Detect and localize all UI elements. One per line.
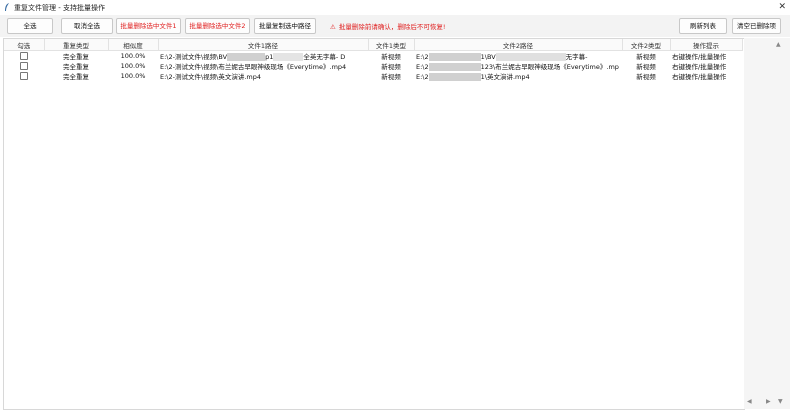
column-header-similarity[interactable]: 相似度	[108, 39, 159, 51]
file2-type-cell: 新视频	[636, 53, 656, 61]
toolbar: 全选 取消全选 批量删除选中文件1 批量删除选中文件2 批量复制选中路径 ⚠ 批量…	[0, 15, 790, 37]
file1-type-cell: 新视频	[381, 53, 401, 61]
duplicates-table[interactable]: 勾选 重复类型 相似度 文件1路径 文件1类型 文件2路径 文件2类型 操作提示…	[3, 38, 745, 410]
file1-path-cell: E:\2-测试文件\视频\BV p1 全英无字幕- D	[160, 53, 346, 61]
title-bar: 重复文件管理 - 支持批量操作 ✕	[0, 0, 790, 15]
scroll-right-icon[interactable]: ▶	[766, 398, 771, 405]
row-checkbox[interactable]	[20, 72, 28, 80]
redacted-region	[273, 53, 304, 61]
file2-type-cell: 新视频	[636, 73, 656, 81]
close-icon[interactable]: ✕	[778, 2, 786, 12]
hint-cell: 右键操作/批量操作	[672, 53, 727, 61]
file2-type-cell: 新视频	[636, 63, 656, 71]
row-checkbox[interactable]	[20, 52, 28, 60]
hint-cell: 右键操作/批量操作	[672, 63, 727, 71]
row-checkbox[interactable]	[20, 62, 28, 70]
redacted-region	[428, 53, 481, 61]
deselect-all-button[interactable]: 取消全选	[61, 18, 113, 34]
file1-path-cell: E:\2-测试文件\视频\布兰妮古早眼神级现场《Everytime》.mp4	[160, 63, 347, 71]
redacted-region	[227, 53, 266, 61]
column-header-dup-type[interactable]: 重复类型	[44, 39, 109, 51]
scroll-left-icon[interactable]: ◀	[747, 398, 752, 405]
file1-type-cell: 新视频	[381, 73, 401, 81]
file1-path-cell: E:\2-测试文件\视频\英文演讲.mp4	[160, 73, 262, 81]
table-header: 勾选 重复类型 相似度 文件1路径 文件1类型 文件2路径 文件2类型 操作提示	[4, 39, 743, 51]
file2-path-cell: E:\2 1\BV 无字幕-	[416, 53, 588, 61]
dup-type-cell: 完全重复	[63, 53, 89, 61]
batch-delete-file1-button[interactable]: 批量删除选中文件1	[116, 18, 181, 34]
feather-app-icon	[5, 3, 9, 11]
warning-text: 批量删除前请确认，删除后不可恢复!	[338, 23, 446, 31]
table-row[interactable]: 完全重复 100.0% E:\2-测试文件\视频\BV p1 全英无字幕- D 新视…	[4, 51, 742, 61]
refresh-list-button[interactable]: 刷新列表	[679, 18, 727, 34]
similarity-cell: 100.0%	[120, 72, 146, 80]
column-header-file1-path[interactable]: 文件1路径	[158, 39, 369, 51]
delete-warning: ⚠ 批量删除前请确认，删除后不可恢复!	[330, 21, 445, 31]
select-all-button[interactable]: 全选	[7, 18, 53, 34]
clear-deleted-button[interactable]: 清空已删除项	[732, 18, 781, 34]
column-header-select[interactable]: 勾选	[4, 39, 45, 51]
dup-type-cell: 完全重复	[63, 63, 89, 71]
column-header-file2-type[interactable]: 文件2类型	[622, 39, 671, 51]
file2-path-cell: E:\2 1\英文演讲.mp4	[416, 73, 530, 81]
file1-type-cell: 新视频	[381, 63, 401, 71]
vertical-scrollbar[interactable]: ▲ ◀ ▶ ▼	[744, 38, 790, 409]
similarity-cell: 100.0%	[120, 62, 146, 70]
batch-delete-file2-button[interactable]: 批量删除选中文件2	[185, 18, 250, 34]
warning-icon: ⚠	[330, 23, 336, 31]
redacted-region	[428, 73, 481, 81]
similarity-cell: 100.0%	[120, 52, 146, 60]
scroll-up-icon[interactable]: ▲	[776, 41, 781, 48]
table-row[interactable]: 完全重复 100.0% E:\2-测试文件\视频\布兰妮古早眼神级现场《Ever…	[4, 61, 742, 71]
file2-path-cell: E:\2 123\布兰妮古早眼神级现场《Everytime》.mp	[416, 63, 619, 71]
column-header-hint[interactable]: 操作提示	[670, 39, 743, 51]
table-row[interactable]: 完全重复 100.0% E:\2-测试文件\视频\英文演讲.mp4 新视频 E:…	[4, 71, 742, 81]
dup-type-cell: 完全重复	[63, 73, 89, 81]
hint-cell: 右键操作/批量操作	[672, 73, 727, 81]
redacted-region	[495, 53, 566, 61]
column-header-file2-path[interactable]: 文件2路径	[414, 39, 623, 51]
batch-copy-paths-button[interactable]: 批量复制选中路径	[254, 18, 316, 34]
redacted-region	[428, 63, 481, 71]
scroll-down-icon[interactable]: ▼	[778, 398, 783, 405]
column-header-file1-type[interactable]: 文件1类型	[368, 39, 415, 51]
window-title: 重复文件管理 - 支持批量操作	[14, 4, 105, 12]
